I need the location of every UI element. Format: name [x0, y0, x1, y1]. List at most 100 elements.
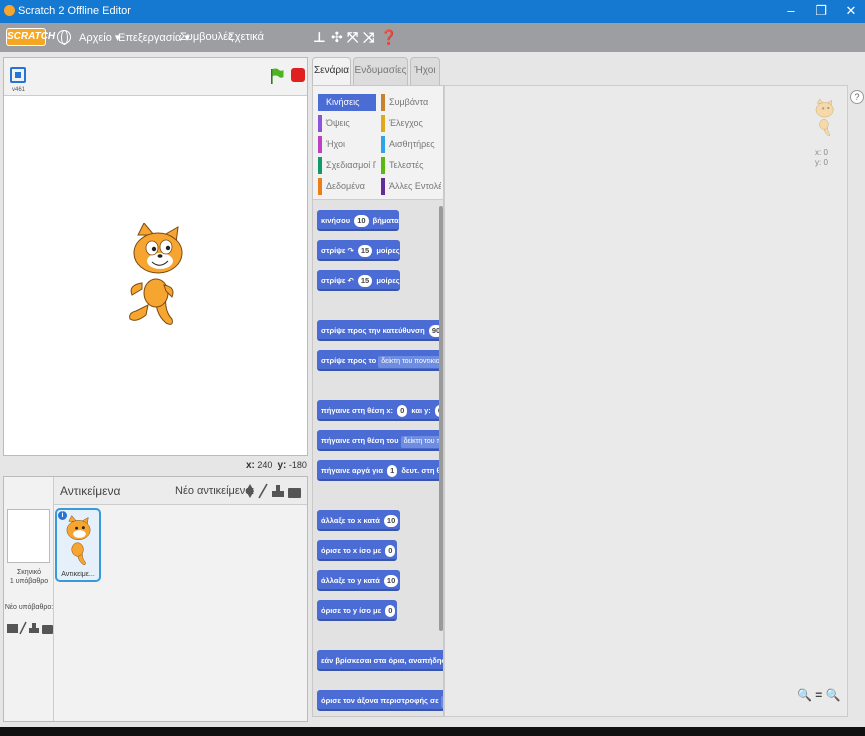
- motion-block[interactable]: όρισε το x ίσο με 0: [317, 540, 398, 561]
- version-label: v461: [12, 87, 26, 93]
- category-4[interactable]: Ήχοι: [318, 136, 376, 153]
- green-flag-icon[interactable]: [270, 68, 284, 84]
- y-coord-value: -180: [288, 460, 307, 470]
- stage-backdrop-count: 1 υπόβαθρο: [9, 578, 49, 585]
- sprite-y: y: 0: [815, 158, 828, 167]
- motion-block[interactable]: στρίψε προς το δείκτη του ποντικιού: [317, 350, 443, 371]
- stage-label: Σκηνικό 1 υπόβαθρο: [4, 568, 54, 586]
- block-number-input[interactable]: 0: [385, 605, 396, 617]
- cat-sprite-icon[interactable]: [126, 223, 192, 328]
- menu-bar: SCRATCH Αρχείο ▾ Επεξεργασία ▾ Συμβουλές…: [0, 23, 865, 52]
- block-number-input[interactable]: 0: [397, 405, 408, 417]
- palette-scrollbar[interactable]: [439, 206, 443, 631]
- category-0[interactable]: Κινήσεις: [318, 94, 376, 111]
- close-button[interactable]: ✕: [836, 1, 865, 21]
- upload-backdrop-icon[interactable]: [29, 623, 39, 633]
- sprite-x: x: 0: [815, 148, 828, 157]
- block-text: άλλαξε το x κατά: [321, 516, 380, 525]
- duplicate-stamp-icon[interactable]: ⊥: [313, 29, 326, 46]
- blocks-palette: Κινήσεις Συμβάντα Όψεις Έλεγχος Ήχοι Αισθητήρ…: [312, 85, 444, 717]
- stop-sign-icon[interactable]: [291, 68, 305, 82]
- motion-block[interactable]: όρισε το y ίσο με 0: [317, 600, 398, 621]
- category-6[interactable]: Σχεδιασμοί Πένα: [318, 157, 376, 174]
- category-1[interactable]: Συμβάντα: [381, 94, 441, 111]
- category-2[interactable]: Όψεις: [318, 115, 376, 132]
- scratch-logo[interactable]: SCRATCH: [6, 28, 55, 46]
- tab-costumes[interactable]: Ενδυμασίες: [353, 57, 408, 85]
- block-text: πήγαινε αργά για: [321, 466, 383, 475]
- current-sprite-icon: [815, 98, 834, 136]
- taskbar: [0, 727, 865, 736]
- motion-block[interactable]: στρίψε προς την κατεύθυνση 90: [317, 320, 443, 341]
- new-sprite-tools: [246, 483, 301, 499]
- motion-block[interactable]: στρίψε ↶ 15 μοίρες: [317, 270, 400, 291]
- motion-block[interactable]: άλλαξε το y κατά 10: [317, 570, 401, 591]
- cat-sprite-thumbnail-icon: [66, 515, 91, 565]
- motion-block[interactable]: κινήσου 10 βήματα: [317, 210, 399, 231]
- sprite-name: Αντικείμε...: [61, 571, 95, 578]
- menu-file[interactable]: Αρχείο ▾: [79, 31, 120, 44]
- block-number-input[interactable]: 15: [357, 275, 373, 287]
- stage-thumbnail[interactable]: [7, 509, 50, 563]
- tab-scripts[interactable]: Σενάρια: [312, 57, 351, 85]
- paint-backdrop-icon[interactable]: [7, 624, 18, 633]
- block-number-input[interactable]: 1: [387, 465, 398, 477]
- language-globe-icon[interactable]: [57, 30, 71, 45]
- motion-blocks-list: κινήσου 10 βήματα στρίψε ↷ 15 μοίρες στρ…: [313, 202, 443, 717]
- motion-block[interactable]: πήγαινε στη θέση x: 0 και y: 0: [317, 400, 443, 421]
- block-number-input[interactable]: 10: [383, 575, 399, 587]
- title-bar: Scratch 2 Offline Editor – ❐ ✕: [0, 0, 865, 23]
- block-dropdown[interactable]: δείκτη του ποντικιού: [378, 356, 443, 368]
- motion-block[interactable]: όρισε τον άξονα περιστροφής σε αριστερά-…: [317, 690, 443, 711]
- block-text: βήματα: [372, 216, 399, 225]
- upload-sprite-icon[interactable]: [272, 485, 284, 497]
- category-9[interactable]: Άλλες Εντολές: [381, 178, 441, 195]
- minimize-button[interactable]: –: [776, 1, 806, 21]
- motion-block[interactable]: πήγαινε αργά για 1 δευτ. στη θέση x:: [317, 460, 443, 481]
- choose-sprite-icon[interactable]: [246, 484, 254, 498]
- tab-sounds[interactable]: Ήχοι: [410, 57, 440, 85]
- category-7[interactable]: Τελεστές: [381, 157, 441, 174]
- camera-backdrop-icon[interactable]: [42, 625, 53, 634]
- motion-block[interactable]: πήγαινε στη θέση του δείκτη του ποντικιο…: [317, 430, 443, 451]
- x-coord-label: x:: [246, 460, 255, 471]
- block-dropdown[interactable]: δείκτη του ποντικιού: [400, 436, 443, 448]
- camera-sprite-icon[interactable]: [288, 488, 301, 498]
- block-text: άλλαξε το y κατά: [321, 576, 380, 585]
- stage-panel: v461: [3, 57, 308, 456]
- category-3[interactable]: Έλεγχος: [381, 115, 441, 132]
- new-backdrop-label: Νέο υπόβαθρο:: [4, 604, 54, 611]
- delete-scissors-icon[interactable]: ✣: [331, 29, 343, 46]
- paint-sprite-icon[interactable]: [258, 483, 268, 499]
- draw-backdrop-icon[interactable]: [19, 621, 27, 635]
- menu-about[interactable]: Σχετικά: [228, 31, 264, 43]
- motion-block[interactable]: εάν βρίσκεσαι στα όρια, αναπήδησε: [317, 650, 443, 671]
- window-title: Scratch 2 Offline Editor: [18, 5, 131, 17]
- presentation-mode-icon[interactable]: [10, 67, 26, 83]
- block-number-input[interactable]: 0: [385, 545, 396, 557]
- stage-name: Σκηνικό: [16, 569, 42, 576]
- menu-tips[interactable]: Συμβουλές: [180, 31, 233, 43]
- block-categories: Κινήσεις Συμβάντα Όψεις Έλεγχος Ήχοι Αισθητήρ…: [313, 86, 443, 200]
- maximize-button[interactable]: ❐: [806, 1, 836, 21]
- sprite-tile[interactable]: i Αντικείμε...: [55, 508, 101, 582]
- grow-icon[interactable]: ⤧: [347, 29, 358, 46]
- sprites-header: Αντικείμενα Νέο αντικείμενο:: [54, 477, 307, 505]
- category-5[interactable]: Αισθητήρες: [381, 136, 441, 153]
- block-number-input[interactable]: 10: [383, 515, 399, 527]
- block-number-input[interactable]: 10: [354, 215, 369, 227]
- help-question-icon[interactable]: ❓: [380, 29, 397, 46]
- motion-block[interactable]: άλλαξε το x κατά 10: [317, 510, 401, 531]
- block-number-input[interactable]: 15: [357, 245, 373, 257]
- help-panel-icon[interactable]: ?: [850, 90, 864, 104]
- category-8[interactable]: Δεδομένα: [318, 178, 376, 195]
- block-dropdown[interactable]: αριστερά-δεξιά: [440, 696, 443, 708]
- zoom-controls[interactable]: 🔍 = 🔍: [797, 688, 841, 702]
- block-text: και y:: [411, 406, 431, 415]
- block-text: κινήσου: [321, 216, 351, 225]
- stage-toolbar: v461: [4, 58, 307, 96]
- new-sprite-label: Νέο αντικείμενο:: [175, 485, 255, 497]
- shrink-icon[interactable]: ⤨: [363, 29, 374, 46]
- scripts-area[interactable]: x: 0 y: 0 🔍 = 🔍: [444, 85, 848, 717]
- motion-block[interactable]: στρίψε ↷ 15 μοίρες: [317, 240, 400, 261]
